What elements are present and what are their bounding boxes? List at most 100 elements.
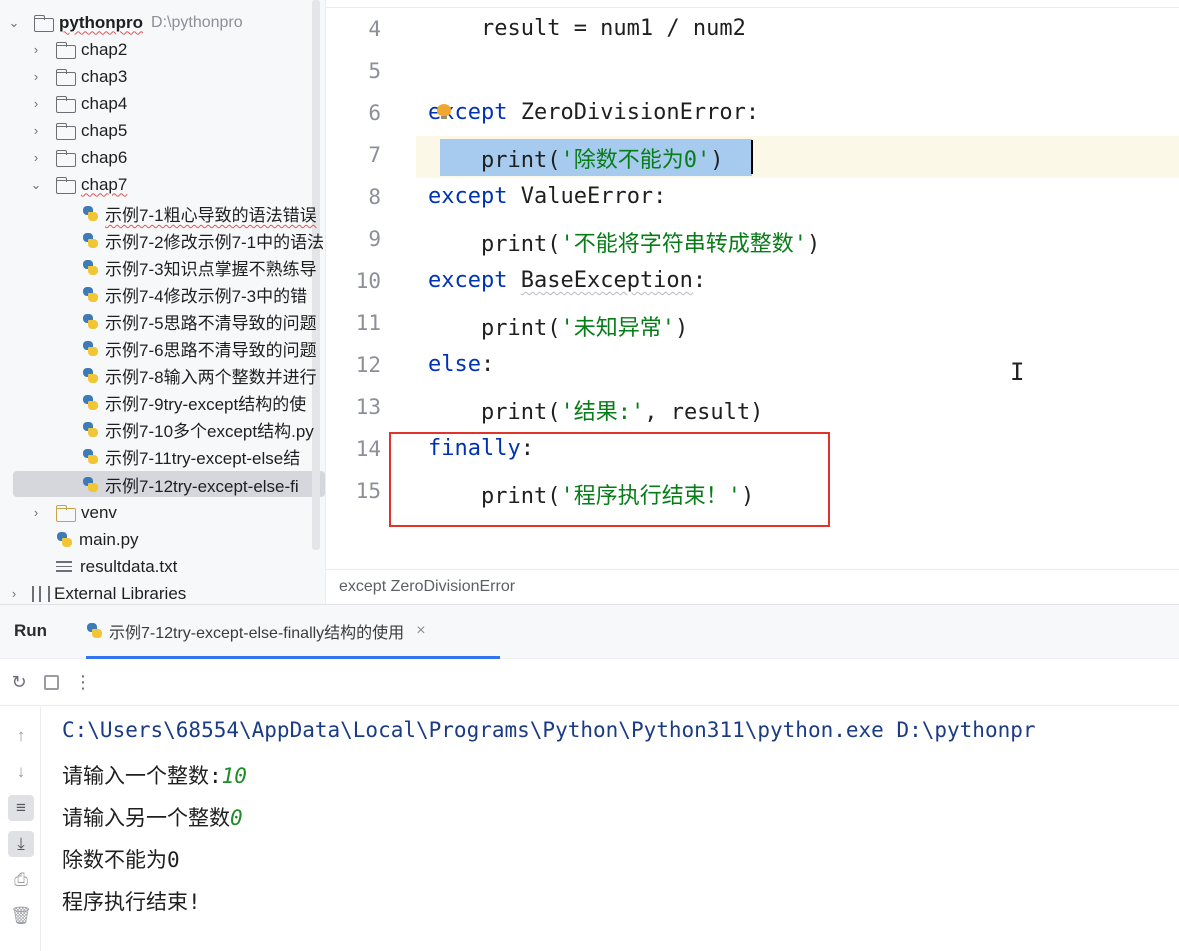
tree-file[interactable]: 示例7-1粗心导致的语法错误 — [82, 200, 317, 227]
tree-file-resultdata[interactable]: resultdata.txt — [56, 553, 177, 580]
python-file-icon — [82, 259, 99, 276]
console-prompt: 请输入另一个整数 — [62, 806, 230, 830]
code-line-11: print('未知异常') — [428, 310, 688, 342]
scroll-to-end-icon[interactable]: ⤓ — [8, 831, 34, 857]
rerun-icon[interactable]: ↻ — [6, 670, 32, 696]
arrow-down-icon[interactable]: ↓ — [8, 759, 34, 785]
tree-external-label: External Libraries — [54, 583, 187, 603]
code-line-13: print('结果:', result) — [428, 394, 763, 426]
string-literal: '不能将字符串转成整数' — [560, 232, 807, 257]
code-text: ) — [710, 148, 724, 173]
line-number: 14 — [355, 437, 381, 461]
code-text: : — [480, 352, 495, 377]
tree-file-label: 示例7-5思路不清导致的问题 — [105, 314, 317, 333]
tree-file-label: 示例7-2修改示例7-1中的语法 — [105, 233, 325, 252]
tree-folder-label: chap5 — [81, 120, 128, 140]
code-line-12: else: — [428, 352, 494, 377]
tree-file[interactable]: 示例7-2修改示例7-1中的语法 — [82, 227, 324, 254]
tree-file[interactable]: 示例7-10多个except结构.py — [82, 416, 314, 443]
tree-file-label: 示例7-8输入两个整数并进行 — [105, 368, 317, 387]
console-line: 请输入一个整数:10 — [62, 760, 247, 790]
breadcrumb[interactable]: except ZeroDivisionError — [326, 569, 1179, 604]
tree-folder-chap4[interactable]: › chap4 — [28, 90, 127, 117]
python-file-icon — [82, 313, 99, 330]
tree-folder-chap2[interactable]: › chap2 — [28, 36, 127, 63]
tree-folder-chap3[interactable]: › chap3 — [28, 63, 127, 90]
soft-wrap-icon[interactable]: ≡ — [8, 795, 34, 821]
tree-file-label: 示例7-11try-except-else结 — [105, 449, 301, 468]
text-caret — [751, 140, 753, 174]
line-number: 6 — [368, 101, 381, 125]
tree-root-pythonpro[interactable]: ⌄ pythonpro D:\pythonpro — [6, 9, 243, 36]
tree-file[interactable]: 示例7-9try-except结构的使 — [82, 389, 306, 416]
line-number: 15 — [355, 479, 381, 503]
code-text: , result) — [644, 400, 764, 425]
code-text: print( — [428, 400, 561, 425]
tree-file-label: 示例7-6思路不清导致的问题 — [105, 341, 317, 360]
tree-folder-chap7[interactable]: ⌄ chap7 — [28, 171, 127, 198]
print-icon[interactable]: ⎙ — [8, 867, 34, 893]
folder-icon — [56, 149, 76, 167]
tree-file-selected[interactable]: 示例7-12try-except-else-fi — [82, 471, 299, 498]
keyword: except — [428, 184, 508, 209]
code-line-6: except ZeroDivisionError: — [428, 100, 759, 125]
code-text: print( — [428, 148, 561, 173]
chevron-right-icon[interactable]: › — [28, 69, 44, 85]
line-number: 9 — [368, 227, 381, 251]
tree-folder-venv[interactable]: › venv — [28, 499, 117, 526]
line-number: 10 — [355, 269, 381, 293]
stop-icon[interactable] — [38, 670, 64, 696]
tree-folder-chap5[interactable]: › chap5 — [28, 117, 127, 144]
more-options-icon[interactable]: ⋮ — [70, 670, 96, 696]
line-number: 7 — [368, 143, 381, 167]
folder-icon — [56, 95, 76, 113]
python-file-icon — [82, 205, 99, 222]
tree-file[interactable]: 示例7-8输入两个整数并进行 — [82, 362, 317, 389]
code-text: print( — [428, 232, 561, 257]
console-user-input: 10 — [221, 764, 247, 788]
chevron-right-icon[interactable]: › — [28, 42, 44, 58]
run-panel-title: Run — [14, 621, 48, 640]
tree-file[interactable]: 示例7-6思路不清导致的问题 — [82, 335, 317, 362]
code-text: BaseException — [520, 268, 693, 293]
chevron-right-icon[interactable]: › — [28, 150, 44, 166]
python-file-icon — [86, 622, 103, 639]
console-output[interactable]: C:\Users\68554\AppData\Local\Programs\Py… — [62, 707, 1179, 951]
chevron-right-icon[interactable]: › — [28, 96, 44, 112]
code-text: ZeroDivisionError: — [507, 100, 760, 125]
line-number: 12 — [355, 353, 381, 377]
folder-icon — [56, 176, 76, 194]
tree-file-label: 示例7-10多个except结构.py — [105, 422, 314, 441]
code-line-4: result = num1 / num2 — [428, 16, 746, 41]
chevron-right-icon[interactable]: › — [28, 123, 44, 139]
breadcrumb-label: except ZeroDivisionError — [339, 578, 516, 595]
tree-folder-chap6[interactable]: › chap6 — [28, 144, 127, 171]
chevron-down-icon[interactable]: ⌄ — [6, 15, 22, 31]
line-number: 4 — [368, 17, 381, 41]
project-tree: ⌄ pythonpro D:\pythonpro › chap2 › chap3… — [0, 0, 325, 604]
lightbulb-icon[interactable] — [437, 104, 451, 120]
tree-file-main[interactable]: main.py — [56, 526, 139, 553]
close-icon[interactable]: × — [416, 622, 425, 640]
editor-top-edge — [326, 0, 1179, 8]
tree-external-libraries[interactable]: › External Libraries — [6, 580, 186, 604]
arrow-up-icon[interactable]: ↑ — [8, 723, 34, 749]
tree-file-label: 示例7-9try-except结构的使 — [105, 395, 307, 414]
chevron-right-icon[interactable]: › — [6, 586, 22, 602]
tree-folder-label: chap6 — [81, 147, 128, 167]
run-tab-active[interactable]: 示例7-12try-except-else-finally结构的使用 × — [86, 605, 500, 659]
tree-file[interactable]: 示例7-11try-except-else结 — [82, 443, 300, 470]
console-user-input: 0 — [230, 806, 243, 830]
console-line: 程序执行结束! — [62, 890, 201, 914]
tree-file[interactable]: 示例7-3知识点掌握不熟练导 — [82, 254, 317, 281]
tree-file[interactable]: 示例7-5思路不清导致的问题 — [82, 308, 317, 335]
folder-icon — [56, 41, 76, 59]
tree-file[interactable]: 示例7-4修改示例7-3中的错 — [82, 281, 307, 308]
code-text: : — [692, 268, 707, 293]
chevron-right-icon[interactable]: › — [28, 505, 44, 521]
keyword: except — [428, 268, 508, 293]
chevron-down-icon[interactable]: ⌄ — [28, 177, 44, 193]
code-line-10: except BaseException: — [428, 268, 706, 293]
trash-icon[interactable]: 🗑 — [8, 903, 34, 929]
python-file-icon — [82, 421, 99, 438]
